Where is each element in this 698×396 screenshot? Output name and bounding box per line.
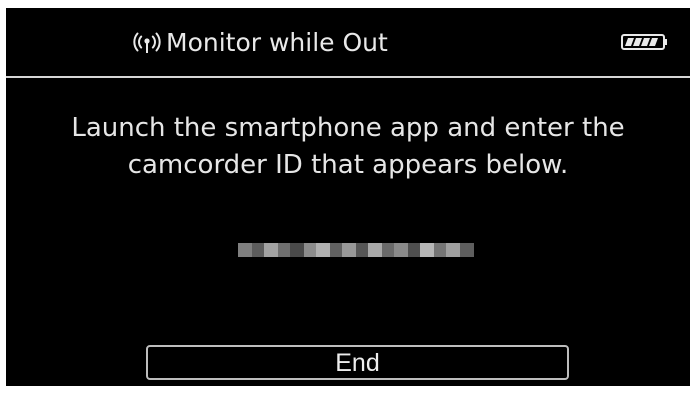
battery-icon [621,32,669,52]
page-title: Monitor while Out [166,28,388,57]
title-group: Monitor while Out [132,28,388,58]
instruction-message: Launch the smartphone app and enter the … [71,113,625,180]
header: Monitor while Out [6,8,690,76]
camcorder-id [238,239,474,263]
wifi-icon [132,29,162,57]
header-divider [6,76,690,78]
camcorder-screen: Monitor while Out Launch the smartphone … [6,8,690,386]
end-button[interactable]: End [146,345,569,380]
